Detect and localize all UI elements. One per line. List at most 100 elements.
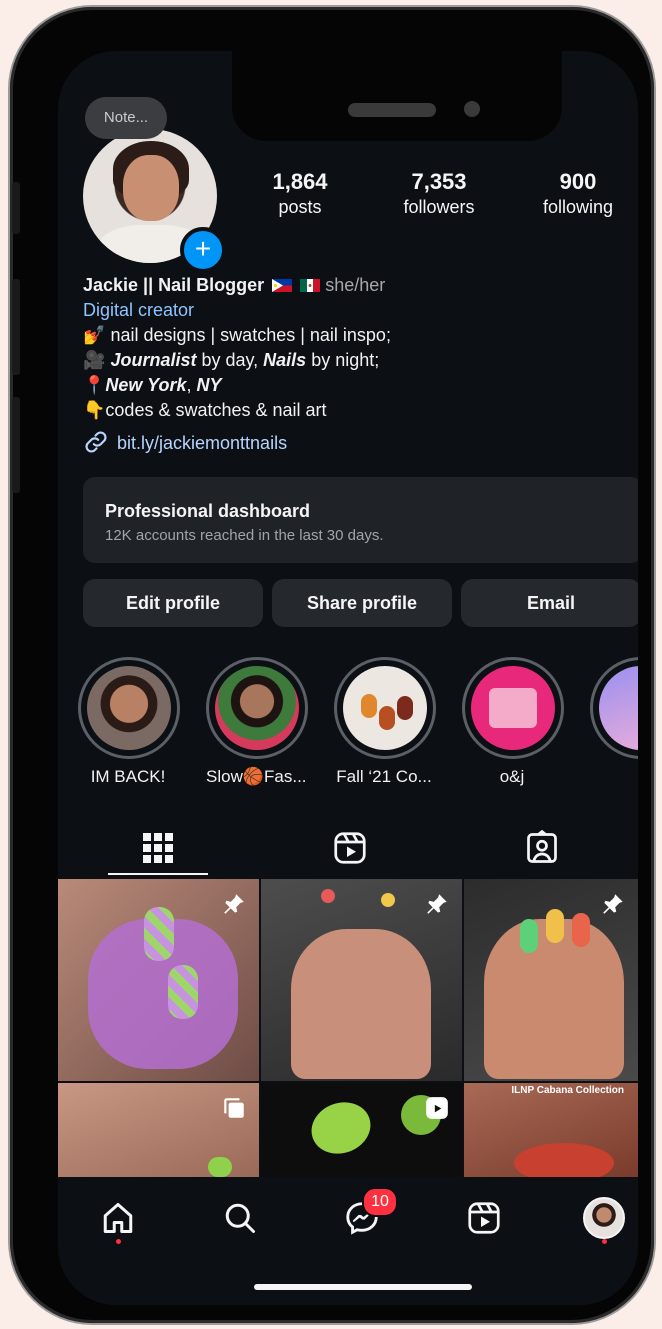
grid-post[interactable] bbox=[464, 879, 638, 1081]
profile-link[interactable]: bit.ly/jackiemonttnails bbox=[83, 429, 287, 455]
highlight-fall-21[interactable]: Fall ‘21 Co... bbox=[334, 657, 436, 787]
search-icon bbox=[225, 1203, 255, 1233]
bio-by-night: by night; bbox=[306, 350, 380, 370]
posts-grid: ILNP Cabana Collection bbox=[58, 879, 638, 1177]
location-pin-icon: 📍 bbox=[83, 375, 106, 395]
highlight-ring bbox=[462, 657, 564, 759]
reels-icon bbox=[334, 832, 366, 864]
pointing-down-icon: 👇 bbox=[83, 400, 106, 420]
stat-posts-label: posts bbox=[278, 197, 322, 217]
bio: Jackie || Nail Blogger she/her Digital c… bbox=[83, 273, 623, 423]
highlight-partial[interactable]: I bbox=[590, 657, 638, 787]
swatch-orange bbox=[361, 694, 377, 718]
bio-line-4-text: codes & swatches & nail art bbox=[105, 400, 327, 420]
post-nail-dot bbox=[321, 889, 335, 903]
profile-tabs bbox=[58, 821, 638, 879]
front-camera bbox=[464, 101, 480, 117]
highlight-cover bbox=[215, 666, 299, 750]
tab-reels[interactable] bbox=[254, 821, 446, 875]
swatch-brown bbox=[397, 696, 413, 720]
reels-icon bbox=[468, 1202, 500, 1234]
nav-home[interactable] bbox=[88, 1193, 148, 1243]
note-bubble[interactable]: Note... bbox=[85, 97, 167, 139]
volume-down-button bbox=[12, 397, 20, 493]
highlight-cover bbox=[343, 666, 427, 750]
highlight-im-back[interactable]: IM BACK! bbox=[78, 657, 180, 787]
stat-followers-value: 7,353 bbox=[411, 169, 467, 194]
post-nail-red bbox=[514, 1143, 614, 1177]
post-nail-wave bbox=[572, 913, 590, 947]
profile-link-text: bit.ly/jackiemonttnails bbox=[117, 433, 288, 453]
grid-post[interactable] bbox=[58, 1083, 259, 1177]
grid-post[interactable] bbox=[58, 879, 259, 1081]
highlight-ring bbox=[206, 657, 308, 759]
highlight-ring bbox=[78, 657, 180, 759]
nav-avatar bbox=[583, 1197, 625, 1239]
tab-posts-grid[interactable] bbox=[62, 821, 254, 875]
post-nail-wave bbox=[520, 919, 538, 953]
pin-icon bbox=[603, 894, 623, 914]
stat-following-value: 900 bbox=[559, 169, 597, 194]
grid-icon bbox=[143, 833, 173, 863]
nav-profile-dot bbox=[602, 1239, 607, 1244]
nav-home-dot bbox=[116, 1239, 121, 1244]
stat-posts[interactable]: 1,864 posts bbox=[245, 169, 355, 218]
tab-tagged[interactable] bbox=[446, 821, 638, 875]
professional-dashboard[interactable]: Professional dashboard 12K accounts reac… bbox=[83, 477, 638, 563]
email-button[interactable]: Email bbox=[461, 579, 638, 627]
post-hand bbox=[291, 929, 431, 1079]
home-indicator[interactable] bbox=[254, 1284, 472, 1290]
dashboard-title: Professional dashboard bbox=[105, 501, 311, 521]
camera-icon: 🎥 bbox=[83, 350, 106, 370]
post-nail-dot bbox=[381, 893, 395, 907]
add-story-icon[interactable]: + bbox=[180, 227, 226, 273]
avatar-face bbox=[123, 155, 179, 221]
nav-search[interactable] bbox=[210, 1193, 270, 1243]
nav-reels[interactable] bbox=[454, 1193, 514, 1243]
highlight-label: Fall ‘21 Co... bbox=[336, 767, 432, 786]
mute-switch bbox=[12, 182, 20, 234]
tagged-icon bbox=[527, 830, 557, 863]
highlight-ring bbox=[590, 657, 638, 759]
highlight-cover bbox=[599, 666, 638, 750]
stat-followers[interactable]: 7,353 followers bbox=[384, 169, 494, 218]
highlight-oj[interactable]: o&j bbox=[462, 657, 564, 787]
grid-post[interactable] bbox=[261, 1083, 462, 1177]
highlight-label: I bbox=[590, 767, 639, 787]
grid-post[interactable] bbox=[261, 879, 462, 1081]
grid-post[interactable]: ILNP Cabana Collection bbox=[464, 1083, 638, 1177]
post-nail-check bbox=[144, 907, 174, 961]
bio-line-1: 💅 nail designs | swatches | nail inspo; bbox=[83, 323, 623, 348]
highlight-label: Slow🏀Fas... bbox=[206, 767, 307, 786]
stat-following-label: following bbox=[542, 197, 614, 217]
highlight-cover bbox=[471, 666, 555, 750]
mexico-flag-icon bbox=[300, 279, 321, 292]
highlight-slow-fast[interactable]: Slow🏀Fas... bbox=[206, 657, 308, 787]
highlight-text-card bbox=[489, 688, 537, 728]
profile-category[interactable]: Digital creator bbox=[83, 298, 623, 323]
post-caption: ILNP Cabana Collection bbox=[511, 1085, 624, 1096]
messages-badge: 10 bbox=[362, 1187, 398, 1217]
bio-line-2: 🎥 Journalist by day, Nails by night; bbox=[83, 348, 623, 373]
post-nail-check bbox=[168, 965, 198, 1019]
bio-nails: Nails bbox=[263, 350, 307, 370]
bio-journalist: Journalist bbox=[110, 350, 197, 370]
philippines-flag-icon bbox=[272, 279, 293, 292]
reel-icon bbox=[426, 1097, 448, 1119]
carousel-icon bbox=[224, 1098, 244, 1118]
post-hand bbox=[484, 919, 624, 1079]
stat-followers-label: followers bbox=[403, 197, 475, 217]
post-nail-green bbox=[304, 1094, 378, 1162]
stat-posts-value: 1,864 bbox=[272, 169, 328, 194]
nav-profile[interactable] bbox=[574, 1193, 634, 1243]
share-profile-button[interactable]: Share profile bbox=[272, 579, 452, 627]
bio-comma: , bbox=[186, 375, 197, 395]
pin-icon bbox=[224, 894, 244, 914]
edit-profile-button[interactable]: Edit profile bbox=[83, 579, 263, 627]
bio-state: NY bbox=[196, 375, 222, 395]
tab-active-underline bbox=[108, 873, 208, 875]
bio-by-day: by day, bbox=[196, 350, 264, 370]
stat-following[interactable]: 900 following bbox=[523, 169, 633, 218]
bio-line-4: 👇codes & swatches & nail art bbox=[83, 398, 623, 423]
profile-name: Jackie || Nail Blogger bbox=[83, 275, 265, 295]
